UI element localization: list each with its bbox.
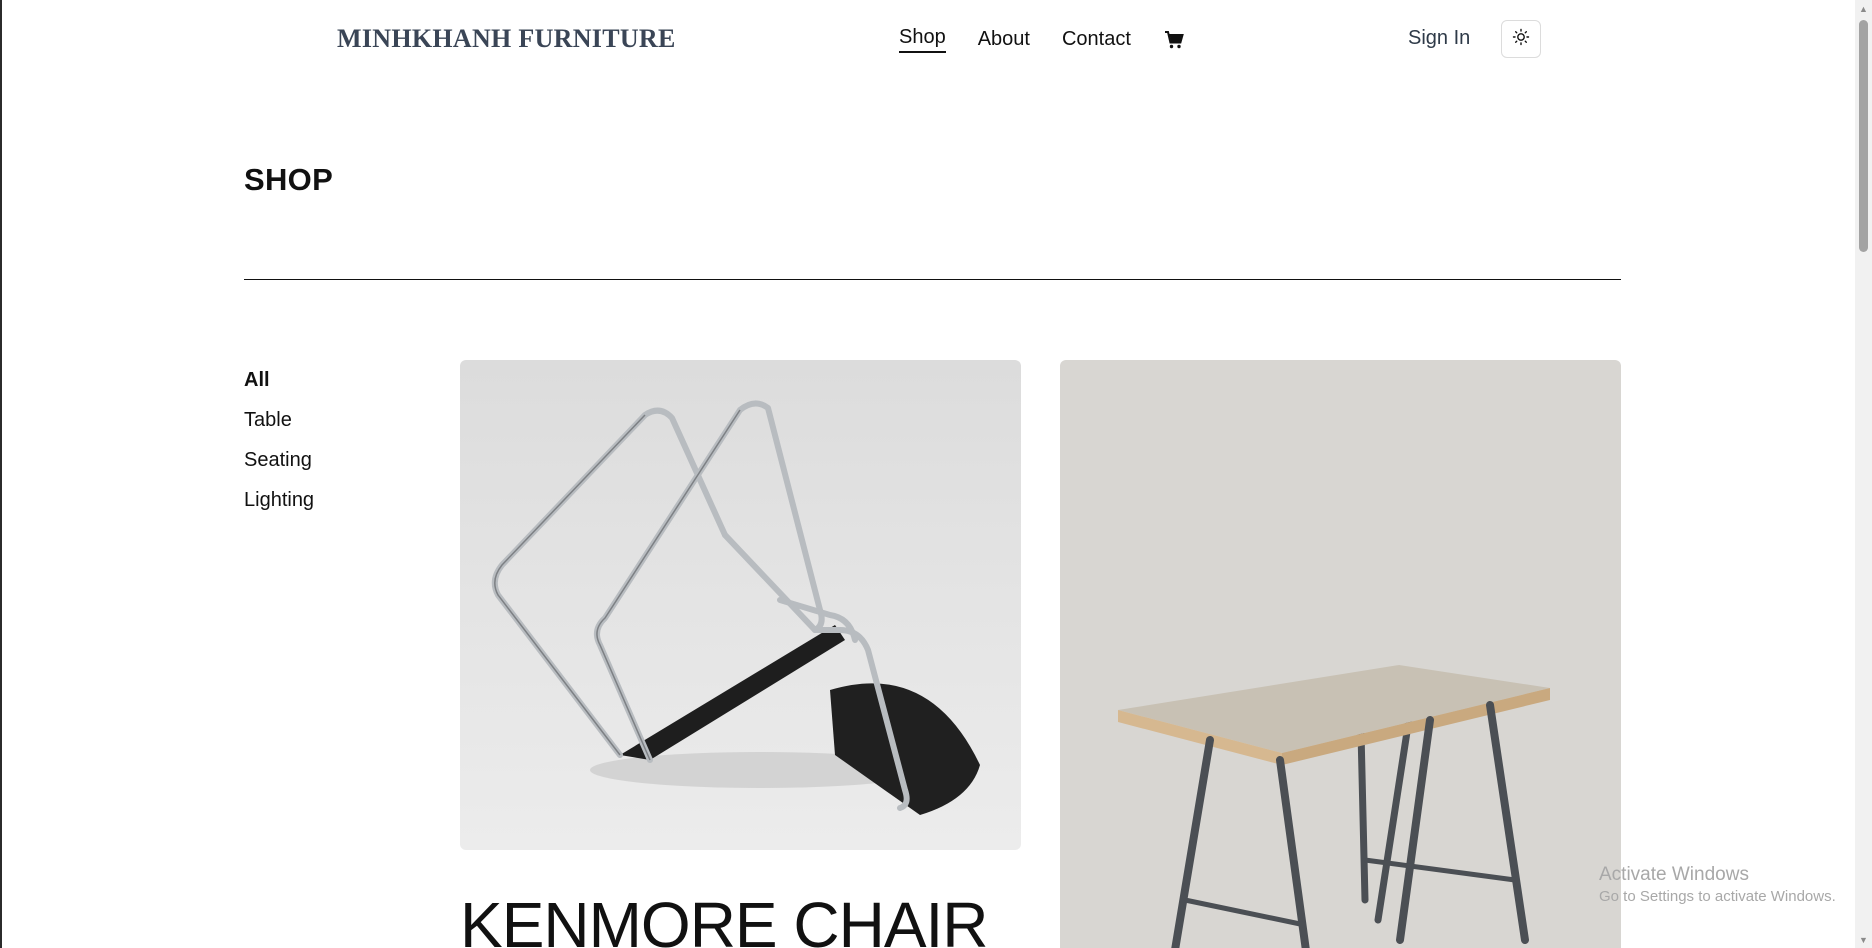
category-lighting[interactable]: Lighting: [244, 480, 314, 520]
scroll-down-icon[interactable]: ▼: [1855, 931, 1872, 948]
brand-logo[interactable]: MINHKHANH FURNITURE: [337, 24, 676, 54]
title-divider: [244, 279, 1621, 280]
scroll-up-icon[interactable]: ▲: [1855, 0, 1872, 17]
shopping-cart-icon[interactable]: [1163, 29, 1185, 51]
page-title: SHOP: [244, 162, 334, 197]
theme-toggle-button[interactable]: [1501, 20, 1541, 58]
watermark-title: Activate Windows: [1599, 864, 1749, 885]
table-image[interactable]: [1060, 360, 1621, 948]
category-all[interactable]: All: [244, 360, 314, 400]
nav-about-link[interactable]: About: [978, 28, 1030, 51]
category-seating[interactable]: Seating: [244, 440, 314, 480]
main-nav: Shop About Contact: [899, 26, 1185, 53]
scrollbar-thumb[interactable]: [1859, 20, 1868, 252]
nav-shop-link[interactable]: Shop: [899, 26, 946, 53]
site-header: MINHKHANH FURNITURE Shop About Contact S…: [2, 0, 1872, 80]
product-card[interactable]: KENMORE CHAIR: [460, 360, 1021, 948]
product-title[interactable]: KENMORE CHAIR: [460, 888, 1021, 948]
product-card[interactable]: [1060, 360, 1621, 948]
sign-in-link[interactable]: Sign In: [1408, 27, 1470, 50]
vertical-scrollbar[interactable]: ▲ ▼: [1855, 0, 1872, 948]
category-list: All Table Seating Lighting: [244, 360, 314, 520]
category-table[interactable]: Table: [244, 400, 314, 440]
browser-viewport: MINHKHANH FURNITURE Shop About Contact S…: [0, 0, 1872, 948]
sun-icon: [1512, 28, 1530, 51]
windows-activation-watermark: Activate Windows Go to Settings to activ…: [1599, 864, 1836, 905]
chair-image[interactable]: [460, 360, 1021, 850]
nav-contact-link[interactable]: Contact: [1062, 28, 1131, 51]
watermark-subtitle: Go to Settings to activate Windows.: [1599, 888, 1836, 905]
